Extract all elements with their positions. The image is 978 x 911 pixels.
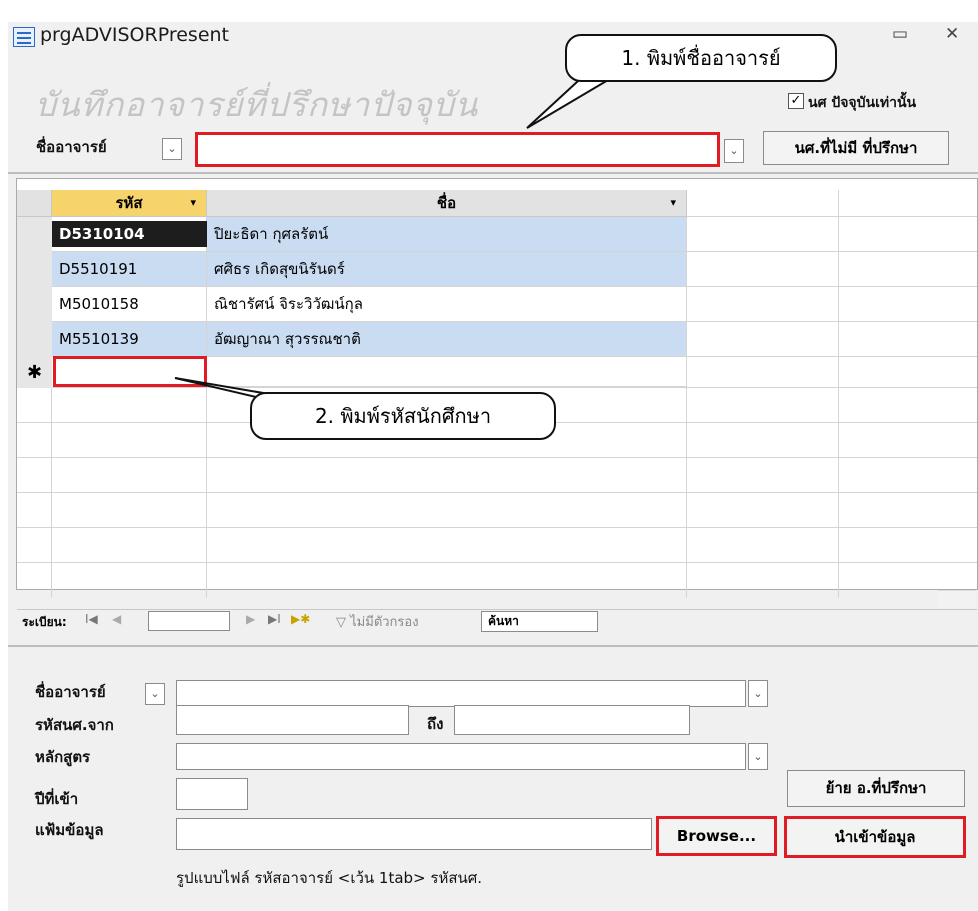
callout-pointers	[174, 69, 629, 406]
callout-step-one: 1. พิมพ์ชื่ออาจารย์	[565, 34, 837, 82]
callout-step-two: 2. พิมพ์รหัสนักศึกษา	[250, 392, 556, 440]
